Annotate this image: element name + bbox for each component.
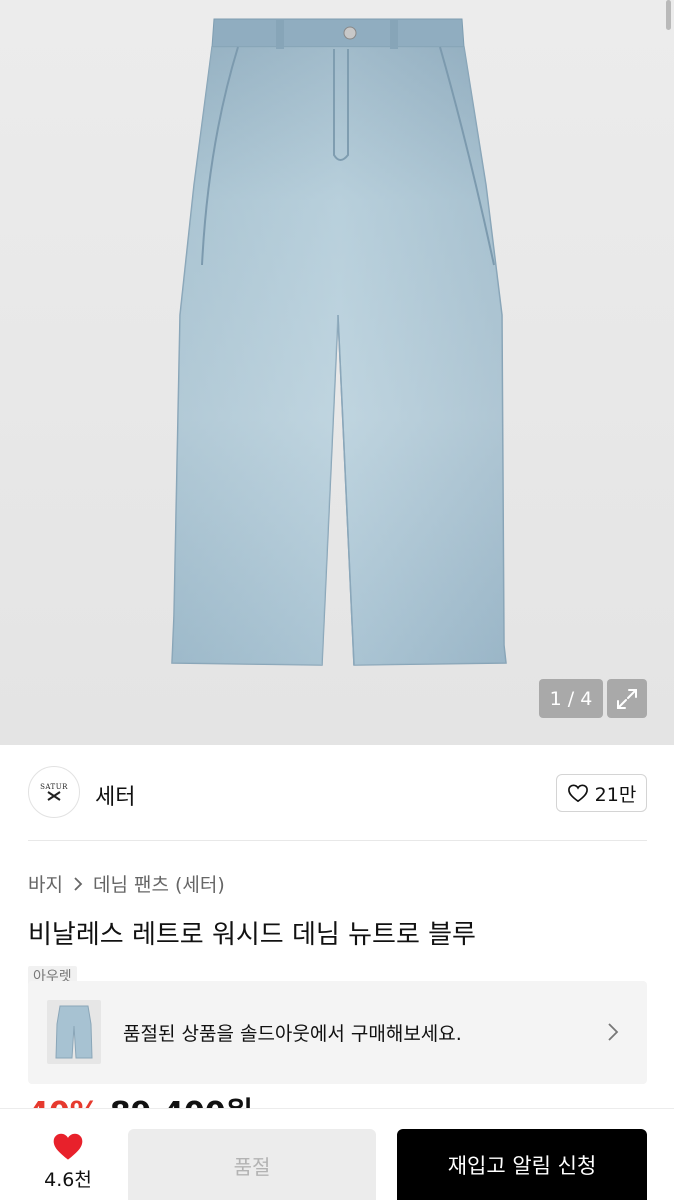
brand-logo-text: SATUR bbox=[40, 783, 68, 791]
soldout-button[interactable]: 품절 bbox=[128, 1129, 376, 1200]
expand-arrows-icon bbox=[617, 688, 637, 709]
product-title: 비날레스 레트로 워시드 데님 뉴트로 블루 bbox=[28, 920, 476, 950]
sale-price: 89,400원 bbox=[110, 1094, 253, 1108]
divider bbox=[28, 840, 647, 841]
breadcrumb-category[interactable]: 바지 bbox=[28, 870, 63, 897]
heart-outline-icon bbox=[567, 784, 588, 803]
banner-product-thumbnail bbox=[47, 1000, 101, 1064]
restock-alert-button[interactable]: 재입고 알림 신청 bbox=[397, 1129, 647, 1200]
price-row: 40% 89,400원 bbox=[28, 1094, 253, 1108]
brand-emblem-icon bbox=[47, 791, 61, 801]
bottom-action-bar: 4.6천 품절 재입고 알림 신청 bbox=[0, 1108, 674, 1200]
wishlist-button[interactable]: 4.6천 bbox=[36, 1131, 100, 1192]
discount-rate: 40% bbox=[28, 1094, 100, 1108]
chevron-right-icon bbox=[608, 1023, 619, 1041]
brand-like-button[interactable]: 21만 bbox=[556, 774, 647, 812]
breadcrumb: 바지 데님 팬츠 (세터) bbox=[28, 870, 225, 897]
soldout-banner-message: 품절된 상품을 솔드아웃에서 구매해보세요. bbox=[123, 1023, 462, 1045]
wishlist-count: 4.6천 bbox=[44, 1169, 92, 1191]
product-image-jeans bbox=[171, 18, 507, 666]
chevron-right-icon bbox=[74, 876, 83, 891]
brand-logo[interactable]: SATUR bbox=[28, 766, 80, 818]
heart-filled-icon bbox=[53, 1133, 83, 1160]
brand-name[interactable]: 세터 bbox=[95, 779, 135, 811]
brand-row: SATUR 세터 21만 bbox=[0, 745, 674, 841]
scrollbar[interactable] bbox=[666, 0, 671, 30]
jeans-thumbnail-icon bbox=[55, 1005, 93, 1059]
breadcrumb-subcategory[interactable]: 데님 팬츠 (세터) bbox=[93, 870, 225, 897]
brand-like-count: 21만 bbox=[594, 783, 637, 806]
soldout-banner[interactable]: 품절된 상품을 솔드아웃에서 구매해보세요. bbox=[28, 981, 647, 1084]
image-counter: 1 / 4 bbox=[539, 679, 603, 718]
expand-button[interactable] bbox=[607, 679, 647, 718]
product-image-gallery[interactable]: 1 / 4 bbox=[0, 0, 674, 745]
